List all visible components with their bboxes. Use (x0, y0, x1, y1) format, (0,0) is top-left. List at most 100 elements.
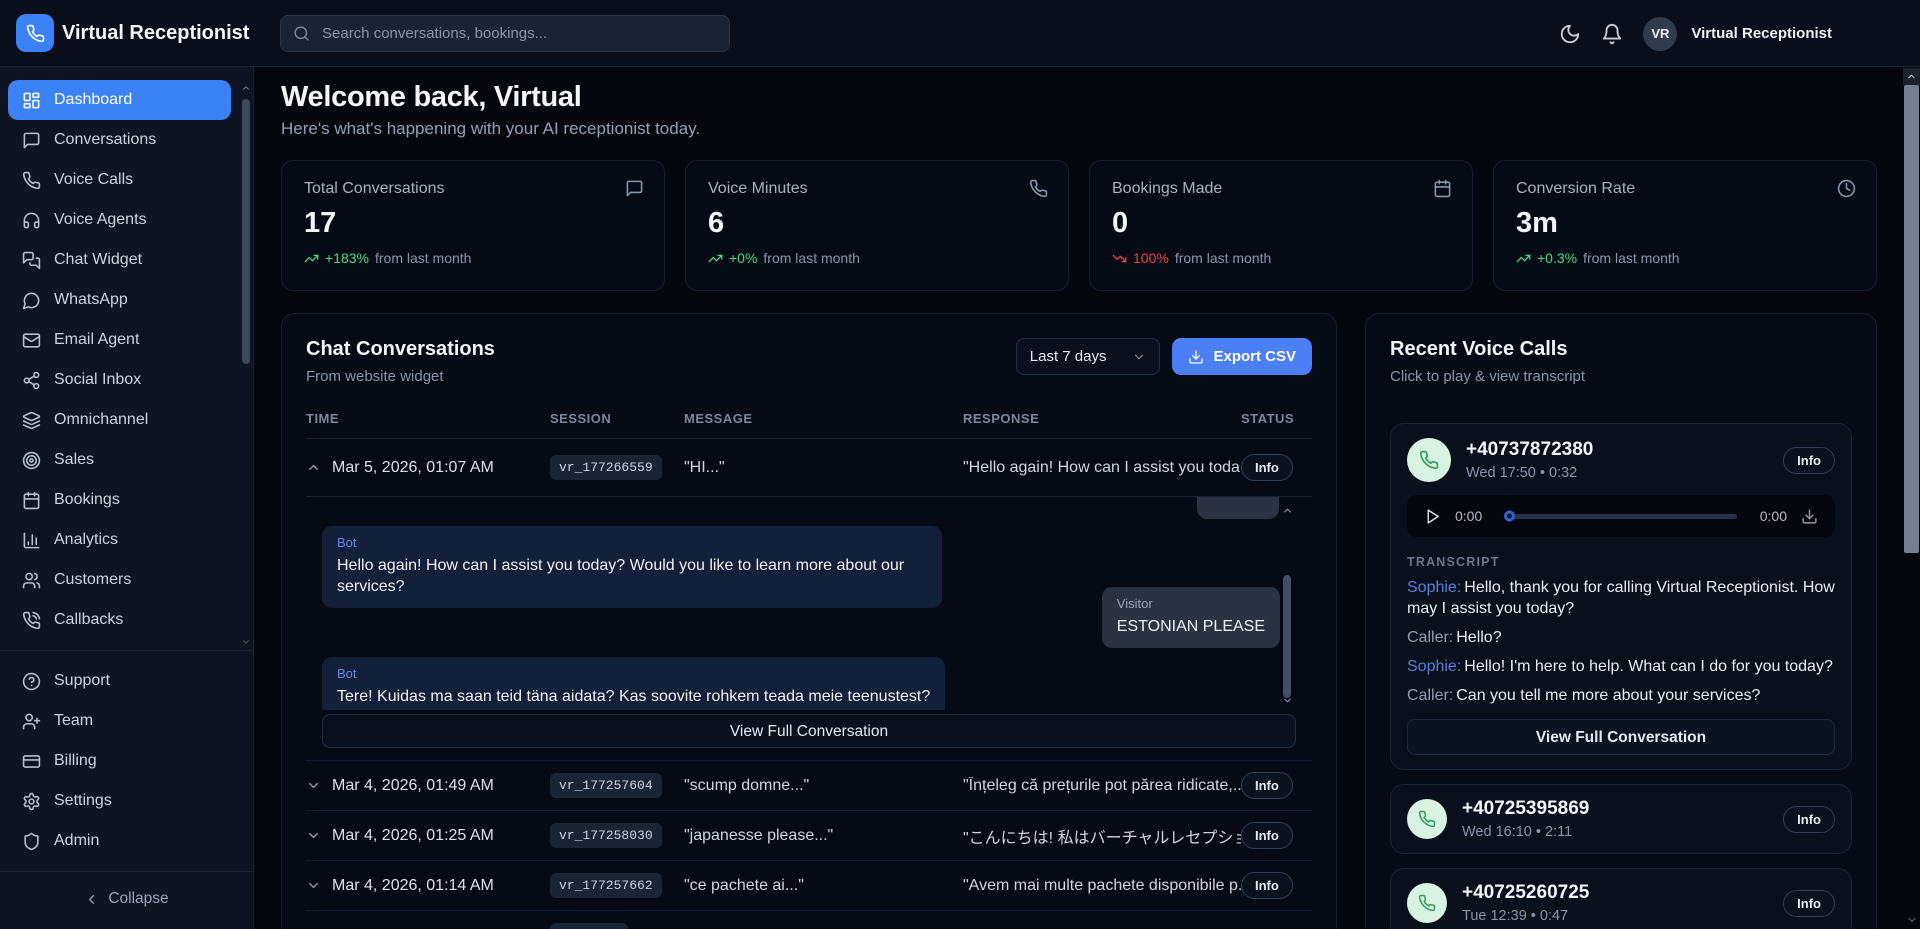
page-scrollbar-thumb[interactable] (1904, 85, 1919, 553)
search-bar[interactable] (280, 15, 730, 52)
voice-call-card[interactable]: +40725260725 Tue 12:39 • 0:47 Info (1390, 868, 1852, 929)
sidebar-item-email-agent[interactable]: Email Agent (8, 320, 231, 360)
stat-label: Conversion Rate (1516, 180, 1854, 198)
sidebar-item-sales[interactable]: Sales (8, 440, 231, 480)
page-scrollbar[interactable] (1903, 68, 1920, 929)
sidebar-item-omnichannel[interactable]: Omnichannel (8, 400, 231, 440)
stat-card-bookings-made: Bookings Made 0 100% from last month (1089, 160, 1473, 291)
stat-card-total-conversations: Total Conversations 17 +183% from last m… (281, 160, 665, 291)
play-button[interactable] (1424, 508, 1441, 525)
sidebar-item-support[interactable]: Support (8, 661, 231, 701)
sidebar-item-whatsapp[interactable]: WhatsApp (8, 280, 231, 320)
export-csv-button[interactable]: Export CSV (1172, 338, 1312, 375)
table-row[interactable]: Mar 4, 2026, 01:14 AM vr_177257662 "ce p… (306, 861, 1312, 911)
notifications-button[interactable] (1601, 23, 1623, 45)
calendar-icon (1433, 179, 1452, 198)
table-row-expanded[interactable]: Mar 5, 2026, 01:07 AM vr_177266559 "HI..… (306, 439, 1312, 497)
sidebar-item-customers[interactable]: Customers (8, 560, 231, 600)
speaker-name: Sophie: (1407, 658, 1461, 675)
voice-call-card[interactable]: +40725395869 Wed 16:10 • 2:11 Info (1390, 784, 1852, 854)
chevron-down-icon[interactable] (306, 778, 321, 793)
search-icon (293, 25, 310, 42)
scrollbar-down-button[interactable] (1903, 914, 1920, 926)
row-response: "Înțeleg că prețurile pot părea ridicate… (963, 777, 1241, 795)
info-badge[interactable]: Info (1241, 872, 1293, 899)
call-number: +40725395869 (1462, 798, 1589, 820)
info-badge[interactable]: Info (1783, 806, 1835, 833)
info-badge[interactable]: Info (1783, 447, 1835, 474)
collapse-sidebar-button[interactable]: Collapse (0, 890, 253, 908)
sidebar-item-chat-widget[interactable]: Chat Widget (8, 240, 231, 280)
user-avatar[interactable]: VR (1643, 17, 1677, 51)
sidebar-item-analytics[interactable]: Analytics (8, 520, 231, 560)
bubble-text: Tere! Kuidas ma saan teid täna aidata? K… (337, 686, 930, 707)
player-seek-slider[interactable] (1505, 514, 1737, 519)
sidebar-item-label: Social Inbox (54, 371, 141, 389)
chevron-left-icon (84, 892, 99, 907)
share-icon (22, 371, 41, 390)
sidebar-item-label: Billing (54, 752, 97, 770)
stat-value: 0 (1112, 207, 1450, 240)
sidebar-item-bookings[interactable]: Bookings (8, 480, 231, 520)
panel-subtitle: Click to play & view transcript (1390, 368, 1852, 385)
row-time: Mar 4, 2026, 01:25 AM (332, 827, 494, 845)
chevron-up-icon[interactable] (306, 460, 321, 475)
shield-icon (22, 832, 41, 851)
sidebar-item-team[interactable]: Team (8, 701, 231, 741)
info-badge[interactable]: Info (1241, 772, 1293, 799)
transcript-line: Caller:Can you tell me more about your s… (1407, 685, 1835, 706)
date-range-select[interactable]: Last 7 days (1016, 338, 1161, 375)
chevron-down-icon[interactable] (306, 828, 321, 843)
sidebar-item-settings[interactable]: Settings (8, 781, 231, 821)
messages-square-icon (22, 251, 41, 270)
scrollbar-up-button[interactable] (1903, 68, 1920, 85)
credit-card-icon (22, 752, 41, 771)
info-badge[interactable]: Info (1241, 822, 1293, 849)
bar-chart-icon (22, 531, 41, 550)
view-full-conversation-button[interactable]: View Full Conversation (322, 714, 1296, 748)
bubble-text: ESTONIAN PLEASE (1117, 616, 1265, 637)
panel-title: Chat Conversations (306, 338, 495, 361)
sidebar-item-admin[interactable]: Admin (8, 821, 231, 861)
download-recording-button[interactable] (1801, 508, 1818, 525)
bell-icon (1601, 23, 1623, 45)
search-input[interactable] (320, 24, 717, 43)
session-badge: vr_177257604 (550, 773, 662, 798)
table-row[interactable]: Mar 4, 2026, 01:25 AM vr_177258030 "japa… (306, 811, 1312, 861)
voice-call-card-expanded[interactable]: +40737872380 Wed 17:50 • 0:32 Info 0:00 (1390, 423, 1852, 770)
player-seek-knob[interactable] (1504, 511, 1515, 522)
speaker-name: Caller: (1407, 629, 1453, 646)
download-icon (1801, 508, 1818, 525)
chat-conversations-panel: Chat Conversations From website widget L… (281, 313, 1337, 929)
stat-delta-value: +183% (325, 250, 369, 266)
table-row-clipped (306, 911, 1312, 929)
sidebar-scrollbar-thumb[interactable] (242, 99, 250, 364)
row-response: "Hello again! How can I assist you toda.… (963, 459, 1241, 477)
conversation-scrollbar[interactable] (1282, 505, 1292, 706)
audio-player: 0:00 0:00 (1407, 495, 1835, 537)
user-plus-icon (22, 712, 41, 731)
sidebar-scrollbar[interactable] (241, 83, 251, 929)
stat-delta-suffix: from last month (1583, 250, 1679, 266)
clock-icon (1837, 179, 1856, 198)
sidebar-item-voice-calls[interactable]: Voice Calls (8, 160, 231, 200)
conversation-scrollbar-thumb[interactable] (1283, 575, 1291, 698)
sidebar-item-conversations[interactable]: Conversations (8, 120, 231, 160)
bubble-role: Bot (337, 535, 927, 550)
message-square-icon (625, 179, 644, 198)
dark-mode-toggle[interactable] (1559, 23, 1581, 45)
sidebar-item-dashboard[interactable]: Dashboard (8, 80, 231, 120)
view-full-conversation-button[interactable]: View Full Conversation (1407, 719, 1835, 755)
headphones-icon (22, 211, 41, 230)
player-current-time: 0:00 (1455, 508, 1491, 524)
table-row[interactable]: Mar 4, 2026, 01:49 AM vr_177257604 "scum… (306, 761, 1312, 811)
sidebar-item-voice-agents[interactable]: Voice Agents (8, 200, 231, 240)
sidebar-item-callbacks[interactable]: Callbacks (8, 600, 231, 640)
sidebar-item-social-inbox[interactable]: Social Inbox (8, 360, 231, 400)
moon-icon (1559, 23, 1581, 45)
info-badge[interactable]: Info (1241, 454, 1293, 481)
transcript-text: Hello? (1456, 629, 1501, 646)
info-badge[interactable]: Info (1783, 890, 1835, 917)
chevron-down-icon[interactable] (306, 878, 321, 893)
sidebar-item-billing[interactable]: Billing (8, 741, 231, 781)
